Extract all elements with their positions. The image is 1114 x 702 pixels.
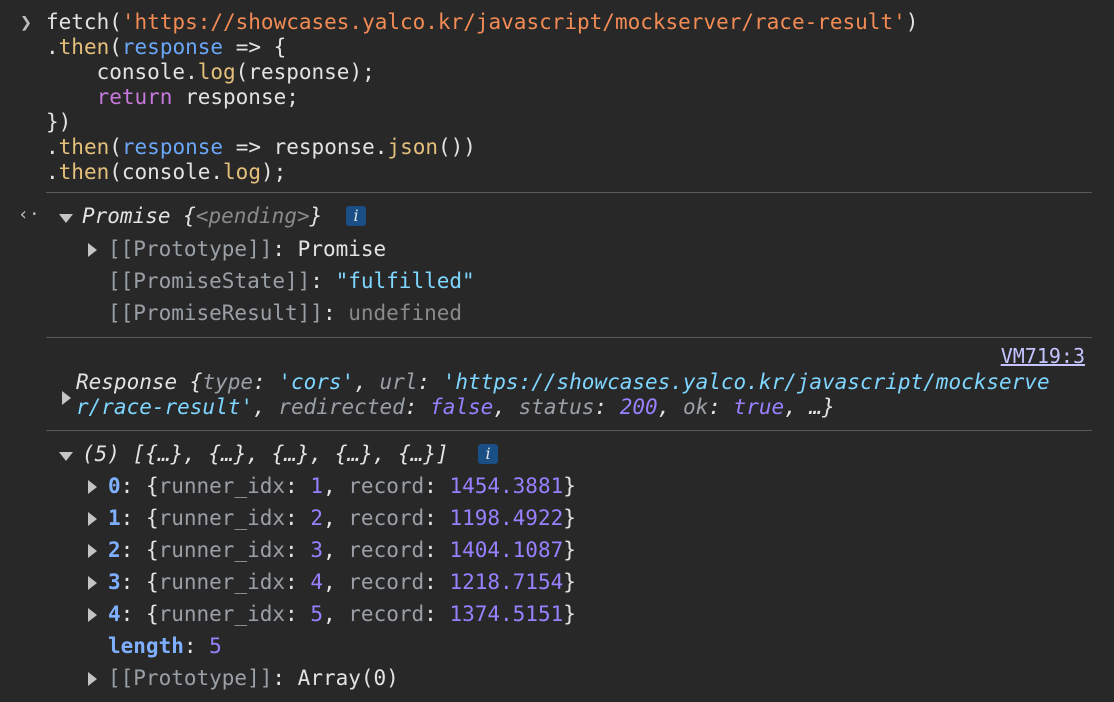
promise-prototype[interactable]: [[Prototype]]: Promise	[108, 237, 386, 262]
expand-toggle-icon[interactable]	[88, 512, 97, 526]
array-item-row[interactable]: 3: {runner_idx: 4, record: 1218.7154}	[108, 570, 576, 595]
array-item-row[interactable]: 4: {runner_idx: 5, record: 1374.5151}	[108, 602, 576, 627]
expand-toggle-icon[interactable]	[88, 243, 97, 257]
array-prototype[interactable]: [[Prototype]]: Array(0)	[108, 666, 399, 691]
info-icon[interactable]: i	[478, 444, 498, 464]
array-item-row[interactable]: 2: {runner_idx: 3, record: 1404.1087}	[108, 538, 576, 563]
return-arrow-icon: ‹·	[18, 204, 40, 225]
array-summary[interactable]: (5) [{…}, {…}, {…}, {…}, {…}]	[82, 442, 449, 467]
code-line-7: .then(console.log);	[46, 160, 287, 184]
divider	[46, 337, 1092, 338]
array-item-row[interactable]: 0: {runner_idx: 1, record: 1454.3881}	[108, 474, 576, 499]
collapse-toggle-icon[interactable]	[59, 214, 73, 223]
code-line-2: .then(response => {	[46, 35, 287, 59]
expand-toggle-icon[interactable]	[88, 480, 97, 494]
source-link[interactable]: VM719:3	[1001, 344, 1085, 369]
chevron-right-icon: ❯	[20, 10, 33, 34]
code-line-3: console.log(response);	[46, 60, 375, 84]
expand-toggle-icon[interactable]	[88, 672, 97, 686]
expand-toggle-icon[interactable]	[88, 608, 97, 622]
response-summary-line-2[interactable]: r/race-result', redirected: false, statu…	[76, 395, 835, 420]
info-icon[interactable]: i	[346, 206, 366, 226]
promise-summary[interactable]: Promise {<pending>}	[82, 204, 322, 229]
collapse-toggle-icon[interactable]	[59, 452, 73, 461]
expand-toggle-icon[interactable]	[62, 391, 71, 405]
code-line-5: })	[46, 110, 72, 134]
divider	[46, 192, 1092, 193]
response-summary-line-1[interactable]: Response {type: 'cors', url: 'https://sh…	[76, 370, 1050, 395]
array-length: length: 5	[108, 634, 222, 658]
code-line-4: return response;	[96, 85, 299, 109]
expand-toggle-icon[interactable]	[88, 576, 97, 590]
code-line-6: .then(response => response.json())	[46, 135, 476, 159]
divider	[46, 430, 1092, 431]
expand-toggle-icon[interactable]	[88, 544, 97, 558]
promise-state: [[PromiseState]]: "fulfilled"	[108, 269, 475, 293]
promise-result: [[PromiseResult]]: undefined	[108, 301, 463, 325]
code-line-1: fetch('https://showcases.yalco.kr/javasc…	[46, 10, 919, 34]
array-item-row[interactable]: 1: {runner_idx: 2, record: 1198.4922}	[108, 506, 576, 531]
